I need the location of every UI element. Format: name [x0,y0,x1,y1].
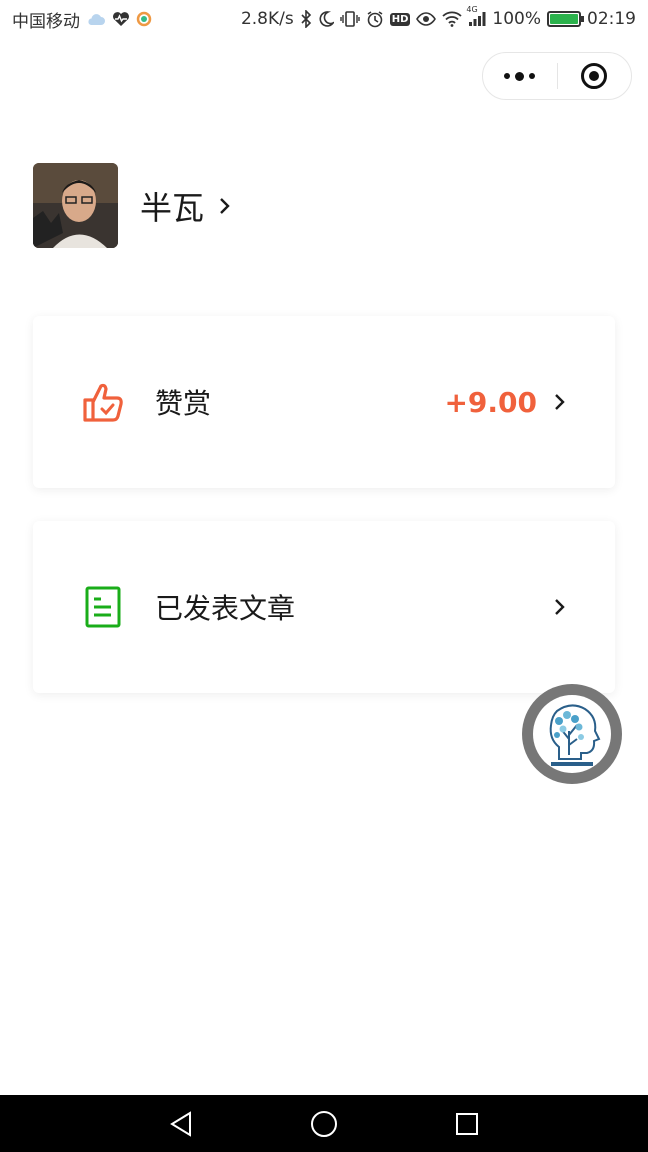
wifi-icon [442,11,463,27]
target-circle-icon [581,63,608,89]
recents-square-icon [455,1112,478,1135]
capsule-menu [482,52,632,100]
praise-card[interactable]: 赞赏 +9.00 [33,316,615,488]
moon-icon [318,11,334,27]
recents-button[interactable] [447,1104,487,1144]
close-miniprogram-button[interactable] [558,53,632,99]
home-button[interactable] [304,1104,344,1144]
brain-tree-logo [533,695,611,773]
back-triangle-icon [170,1110,192,1137]
avatar-photo-icon [33,163,118,248]
more-dots-icon [504,71,536,81]
avatar [33,163,118,248]
floating-logo-button[interactable] [522,684,622,784]
chevron-right-icon [220,197,230,214]
cloud-icon [86,12,106,26]
profile-row[interactable]: 半瓦 [33,163,236,248]
profile-name: 半瓦 [140,188,205,227]
carrier-label: 中国移动 [12,11,80,32]
praise-label: 赞赏 [155,387,212,420]
praise-amount: +9.00 [444,385,537,419]
vibrate-icon [340,11,360,27]
network-type: 4G [466,5,478,14]
more-button[interactable] [483,53,557,99]
status-bar: 中国移动 2.8K/s HD 4G 100% 02:19 [0,0,648,38]
signal-icon: 4G [466,5,486,27]
thumbs-up-check-icon [81,380,125,424]
eye-icon [416,12,437,26]
document-icon [81,585,125,629]
articles-label: 已发表文章 [155,592,296,625]
status-right: 2.8K/s HD 4G 100% 02:19 [240,5,636,29]
back-button[interactable] [161,1104,201,1144]
home-circle-icon [310,1110,337,1137]
chevron-right-icon [555,599,565,615]
app-ring-icon [136,11,152,27]
alarm-icon [366,10,384,28]
bluetooth-icon [300,10,312,28]
articles-card[interactable]: 已发表文章 [33,521,615,693]
battery-percent: 100% [492,9,541,29]
health-heart-icon [112,11,130,27]
battery-icon [547,11,584,27]
status-left: 中国移动 [12,7,152,32]
clock: 02:19 [587,9,636,29]
battery-level-fill [550,14,578,24]
system-nav-bar [0,1095,648,1152]
hd-icon: HD [389,12,411,26]
network-speed: 2.8K/s [240,9,294,29]
chevron-right-icon [555,394,565,410]
